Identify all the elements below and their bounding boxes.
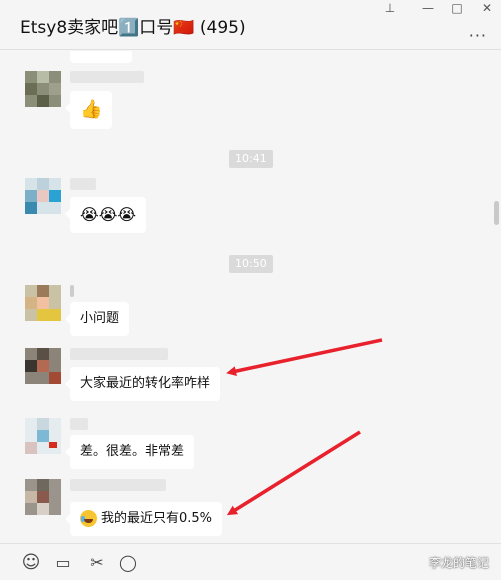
avatar[interactable] xyxy=(25,178,61,214)
avatar[interactable] xyxy=(25,285,61,321)
message-bubble[interactable]: 大家最近的转化率咋样 xyxy=(64,367,221,401)
sender-name xyxy=(70,71,144,83)
sender-name xyxy=(70,418,88,430)
timestamp: 10:50 xyxy=(229,255,273,273)
close-icon[interactable]: ✕ xyxy=(475,0,499,16)
timestamp: 10:41 xyxy=(229,150,273,168)
minimize-icon[interactable]: — xyxy=(416,0,440,16)
watermark: 李龙的笔记 xyxy=(428,556,489,570)
title-bar: Etsy8卖家吧1️⃣口号🇨🇳 (495) ⊥ — □ ✕ ··· xyxy=(0,0,501,50)
avatar[interactable] xyxy=(25,71,61,107)
sticker-message[interactable]: 👍 xyxy=(64,91,113,129)
sender-name xyxy=(70,178,96,190)
avatar[interactable] xyxy=(25,348,61,384)
sender-name xyxy=(70,285,74,297)
folder-icon[interactable]: ▭ xyxy=(53,553,73,573)
maximize-icon[interactable]: □ xyxy=(445,0,469,16)
chat-title: Etsy8卖家吧1️⃣口号🇨🇳 (495) xyxy=(20,18,246,38)
previous-message-fragment xyxy=(70,51,132,63)
message-bubble[interactable]: 差。很差。非常差 xyxy=(64,435,195,469)
sender-name xyxy=(70,348,168,360)
tears-of-joy-emoji xyxy=(80,510,97,527)
scrollbar[interactable] xyxy=(494,201,499,225)
chat-message-list[interactable]: 👍 10:41 😭😭😭 10:50 小问题 大家最近的转化率咋样 差。很差。非常… xyxy=(0,51,501,543)
thumbs-up-icon: 👍 xyxy=(80,99,103,120)
message-bubble[interactable]: 小问题 xyxy=(64,302,130,336)
message-bubble[interactable]: 我的最近只有0.5% xyxy=(64,502,223,536)
scissors-icon[interactable]: ✂ xyxy=(87,553,107,573)
avatar[interactable] xyxy=(25,418,61,454)
message-text: 我的最近只有0.5% xyxy=(101,511,213,526)
input-toolbar: ☺ ▭ ✂ ◯ 李龙的笔记 xyxy=(0,543,501,580)
emoji-icon[interactable]: ☺ xyxy=(21,553,41,573)
avatar[interactable] xyxy=(25,479,61,515)
chat-bubble-icon[interactable]: ◯ xyxy=(118,553,138,573)
more-icon[interactable]: ··· xyxy=(469,26,487,45)
message-bubble[interactable]: 😭😭😭 xyxy=(64,197,147,233)
sender-name xyxy=(70,479,166,491)
pin-icon[interactable]: ⊥ xyxy=(378,0,402,16)
